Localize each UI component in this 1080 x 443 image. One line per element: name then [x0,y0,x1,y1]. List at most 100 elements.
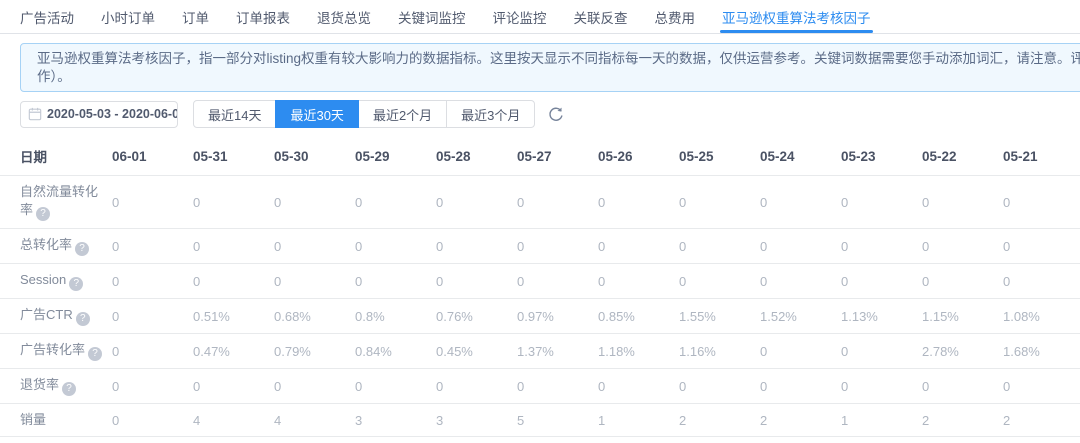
range-button-3[interactable]: 最近3个月 [446,100,536,128]
tab-6[interactable]: 评论监控 [493,0,547,33]
table-cell: 1.37% [517,333,598,369]
table-cell: 0 [112,368,193,404]
help-icon[interactable]: ? [62,382,77,396]
tab-4[interactable]: 退货总览 [317,0,371,33]
table-cell: 4 [193,403,274,437]
table-cell: 1 [598,403,679,437]
table-cell: 0.47% [193,333,274,369]
range-button-group: 最近14天 最近30天 最近2个月 最近3个月 [193,100,536,128]
table-cell: 0 [193,263,274,299]
controls-row: 2020-05-03 - 2020-06-01 最近14天 最近30天 最近2个月最… [20,100,1080,128]
tab-5[interactable]: 关键词监控 [398,0,466,33]
table-row: 退货率? 0 0 0 0 0 0 0 0 0 0 0 0 [0,368,1080,404]
column-header-05-22: 05-22 [922,137,1003,176]
table-cell: 0.8% [355,298,436,334]
table-cell: 0.76% [436,298,517,334]
table-cell: 0 [1003,228,1080,264]
table-cell: 0 [1003,436,1080,443]
row-label: 自然流量转化率? [0,175,112,229]
table-cell: 0 [922,436,1003,443]
table-cell: 1.15% [922,298,1003,334]
table-body: 自然流量转化率? 0 0 0 0 0 0 0 0 0 0 0 0 总转化率? 0 0 0 0 0 0 0 0 0 0 0 0 Ses… [0,175,1080,443]
table-cell: 0.51% [193,298,274,334]
table-row: Session? 0 0 0 0 0 0 0 0 0 0 0 0 [0,263,1080,299]
row-label: 广告转化率? [0,333,112,369]
date-range-input[interactable]: 2020-05-03 - 2020-06-01 [20,100,178,128]
table-cell: 0 [922,228,1003,264]
tab-7[interactable]: 关联反查 [574,0,628,33]
tab-2[interactable]: 订单 [182,0,209,33]
table-cell: 2 [760,403,841,437]
help-icon[interactable]: ? [75,312,90,326]
column-header-05-27: 05-27 [517,137,598,176]
table-cell: 0 [841,436,922,443]
table-cell: 0 [679,228,760,264]
table-cell: 0 [679,368,760,404]
table-cell: 0 [1003,263,1080,299]
table-cell: 0.85% [598,298,679,334]
table-cell: 1 [193,436,274,443]
tab-1[interactable]: 小时订单 [101,0,155,33]
column-header-05-26: 05-26 [598,137,679,176]
date-range-value: 2020-05-03 - 2020-06-01 [47,107,178,121]
table-cell: 0 [355,263,436,299]
table-cell: 5 [517,403,598,437]
table-cell: 0 [598,228,679,264]
table-cell: 0 [436,228,517,264]
tab-8[interactable]: 总费用 [655,0,696,33]
info-banner-line1: 亚马逊权重算法考核因子，指一部分对listing权重有较大影响力的数据指标。这里… [37,51,1080,66]
table-cell: 0.84% [355,333,436,369]
help-icon[interactable]: ? [88,347,103,361]
table-cell: 0 [112,228,193,264]
table-cell: 0 [355,368,436,404]
table-cell: 0 [517,263,598,299]
table-row: 总转化率? 0 0 0 0 0 0 0 0 0 0 0 0 [0,228,1080,264]
tab-bar: 广告活动 小时订单 订单 订单报表 退货总览 关键词监控 评论监控 关联反查 总费用 亚马逊权重算… [0,0,1080,34]
column-header-05-28: 05-28 [436,137,517,176]
table-cell: 0 [112,263,193,299]
column-header-05-29: 05-29 [355,137,436,176]
table-cell: 0 [355,228,436,264]
tab-9[interactable]: 亚马逊权重算法考核因子 [720,0,872,33]
table-cell: 0 [274,228,355,264]
range-button-2[interactable]: 最近2个月 [357,100,448,128]
refresh-button[interactable] [548,106,564,122]
table-cell: 0 [760,263,841,299]
table-cell: 0 [355,175,436,229]
column-header-05-24: 05-24 [760,137,841,176]
table-cell: 1 [436,436,517,443]
table-cell: 0 [922,175,1003,229]
table-cell: 0 [436,175,517,229]
calendar-icon [28,107,42,121]
row-label: 广告CTR? [0,298,112,334]
table-cell: 4 [274,403,355,437]
table-cell: 0 [841,333,922,369]
table-cell: 0 [274,175,355,229]
tab-0[interactable]: 广告活动 [20,0,74,33]
table-cell: 1.16% [679,333,760,369]
row-label: Session? [0,263,112,299]
help-icon[interactable]: ? [36,207,51,221]
range-button-1[interactable]: 最近30天 [275,100,359,128]
range-button-0[interactable]: 最近14天 [193,100,277,128]
table-cell: 1 [112,436,193,443]
table-cell: 1.13% [841,298,922,334]
table-cell: 1.55% [679,298,760,334]
help-icon[interactable]: ? [69,277,84,291]
row-label: 总转化率? [0,228,112,264]
table-cell: 0 [922,263,1003,299]
table-cell: 0 [112,298,193,334]
table-cell: 1.18% [598,333,679,369]
table-cell: 0 [760,175,841,229]
table-cell: 1.52% [760,298,841,334]
table-cell: 0 [598,263,679,299]
table-row: 广告转化率? 0 0.47% 0.79% 0.84% 0.45% 1.37% 1.18% 1.1… [0,333,1080,369]
table-row: 销量 0 4 4 3 3 5 1 2 2 1 2 2 [0,403,1080,437]
help-icon[interactable]: ? [75,242,90,256]
tab-3[interactable]: 订单报表 [236,0,290,33]
table-cell: 2 [1003,403,1080,437]
column-header-06-01: 06-01 [112,137,193,176]
table-cell: 0 [517,175,598,229]
table-cell: 1 [355,436,436,443]
row-label: 30天日均销量 [0,436,112,443]
